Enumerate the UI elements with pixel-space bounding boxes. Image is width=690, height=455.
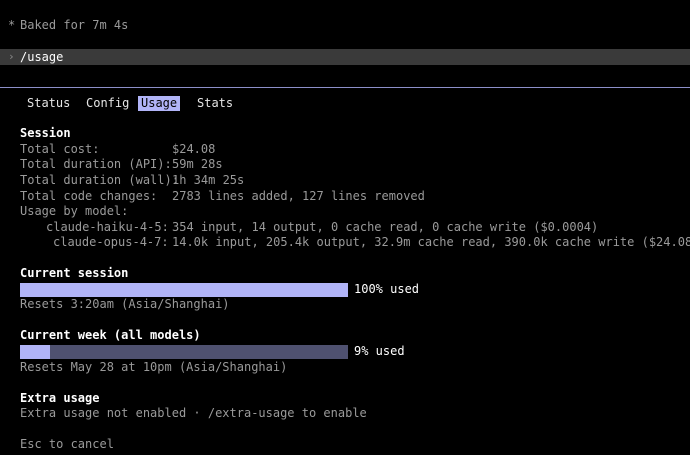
current-week-resets: Resets May 28 at 10pm (Asia/Shanghai) (20, 360, 288, 374)
esc-cancel-hint: Esc to cancel (20, 437, 114, 451)
current-week-progress-bar (20, 345, 348, 359)
total-cost-label: Total cost: (20, 142, 100, 156)
tab-status[interactable]: Status (27, 96, 70, 111)
current-week-used-label: 9% used (354, 344, 405, 358)
duration-wall-label: Total duration (wall): (20, 173, 179, 187)
current-session-resets: Resets 3:20am (Asia/Shanghai) (20, 297, 230, 311)
status-asterisk-icon: * (8, 18, 16, 32)
duration-api-value: 59m 28s (172, 157, 223, 171)
model-opus-name: claude-opus-4-7: (53, 235, 169, 249)
prompt-command[interactable]: /usage (20, 49, 63, 65)
current-session-progress-fill (20, 283, 348, 297)
session-heading: Session (20, 126, 71, 140)
duration-api-label: Total duration (API): (20, 157, 172, 171)
current-session-progress-bar (20, 283, 348, 297)
current-session-used-label: 100% used (354, 282, 420, 296)
tab-stats[interactable]: Stats (197, 96, 233, 111)
current-week-heading: Current week (all models) (20, 328, 201, 342)
current-week-progress-fill (20, 345, 50, 359)
status-text: Baked for 7m 4s (20, 18, 129, 32)
code-changes-label: Total code changes: (20, 189, 158, 203)
scrolled-off-line (0, 0, 250, 3)
model-haiku-detail: 354 input, 14 output, 0 cache read, 0 ca… (172, 220, 599, 234)
extra-usage-text: Extra usage not enabled · /extra-usage t… (20, 406, 367, 420)
current-session-heading: Current session (20, 266, 129, 280)
duration-wall-value: 1h 34m 25s (172, 173, 245, 187)
tab-config[interactable]: Config (86, 96, 129, 111)
model-haiku-name: claude-haiku-4-5: (46, 220, 169, 234)
model-opus-detail: 14.0k input, 205.4k output, 32.9m cache … (172, 235, 690, 249)
extra-usage-heading: Extra usage (20, 391, 100, 405)
usage-by-model-label: Usage by model: (20, 204, 129, 218)
total-cost-value: $24.08 (172, 142, 216, 156)
panel-divider (0, 87, 690, 88)
code-changes-value: 2783 lines added, 127 lines removed (172, 189, 425, 203)
prompt-bar[interactable] (0, 49, 690, 65)
chevron-right-icon: › (8, 50, 15, 63)
tab-usage[interactable]: Usage (138, 96, 181, 111)
